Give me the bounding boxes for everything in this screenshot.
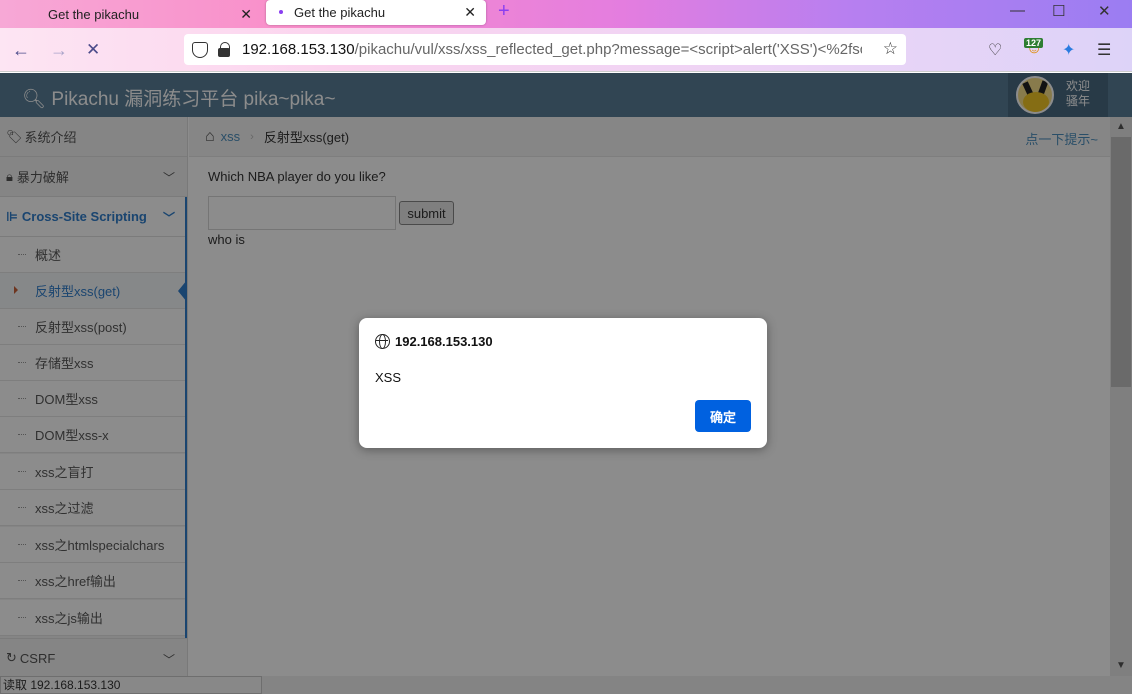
url-host: 192.168.153.130	[242, 41, 355, 58]
minimize-button[interactable]: —	[1010, 2, 1025, 19]
maximize-button[interactable]: ☐	[1052, 2, 1065, 20]
extension-icon[interactable]: ✦	[1062, 40, 1075, 60]
close-window-button[interactable]: ✕	[1098, 2, 1111, 20]
tab-close-icon[interactable]: ✕	[240, 6, 252, 23]
forward-arrow-icon[interactable]: →	[50, 40, 68, 61]
addon-badge: 127	[1024, 38, 1044, 48]
back-arrow-icon[interactable]: ←	[12, 40, 30, 61]
tab-strip: Get the pikachu ✕ Get the pikachu ✕ + — …	[0, 0, 1132, 28]
url-bar[interactable]: 192.168.153.130/pikachu/vul/xss/xss_refl…	[184, 34, 906, 65]
tab-active[interactable]: Get the pikachu ✕	[266, 0, 486, 25]
url-text[interactable]: 192.168.153.130/pikachu/vul/xss/xss_refl…	[242, 41, 862, 58]
tab-inactive[interactable]: Get the pikachu ✕	[0, 0, 262, 28]
ok-button[interactable]: 确定	[695, 400, 751, 432]
stop-loading-icon[interactable]: ✕	[86, 40, 100, 60]
tab-title: Get the pikachu	[294, 5, 386, 20]
nav-bar: ← → ✕ 192.168.153.130/pikachu/vul/xss/xs…	[0, 28, 1132, 72]
tab-title: Get the pikachu	[48, 6, 140, 22]
pocket-icon[interactable]: ♡	[988, 40, 1002, 60]
dialog-origin: 192.168.153.130	[375, 334, 493, 349]
url-path: /pikachu/vul/xss/xss_reflected_get.php?m…	[354, 41, 862, 58]
tab-loading-icon	[279, 10, 283, 14]
tab-close-icon[interactable]: ✕	[464, 4, 476, 21]
dialog-origin-text: 192.168.153.130	[395, 334, 493, 349]
dialog-message: XSS	[375, 370, 402, 385]
menu-icon[interactable]: ☰	[1097, 40, 1111, 60]
insecure-lock-icon[interactable]	[218, 41, 232, 58]
new-tab-button[interactable]: +	[498, 0, 510, 24]
globe-icon	[375, 334, 390, 349]
bookmark-star-icon[interactable]: ☆	[883, 39, 898, 59]
tracking-shield-icon[interactable]	[192, 41, 208, 58]
alert-dialog: 192.168.153.130 XSS 确定	[359, 318, 767, 448]
